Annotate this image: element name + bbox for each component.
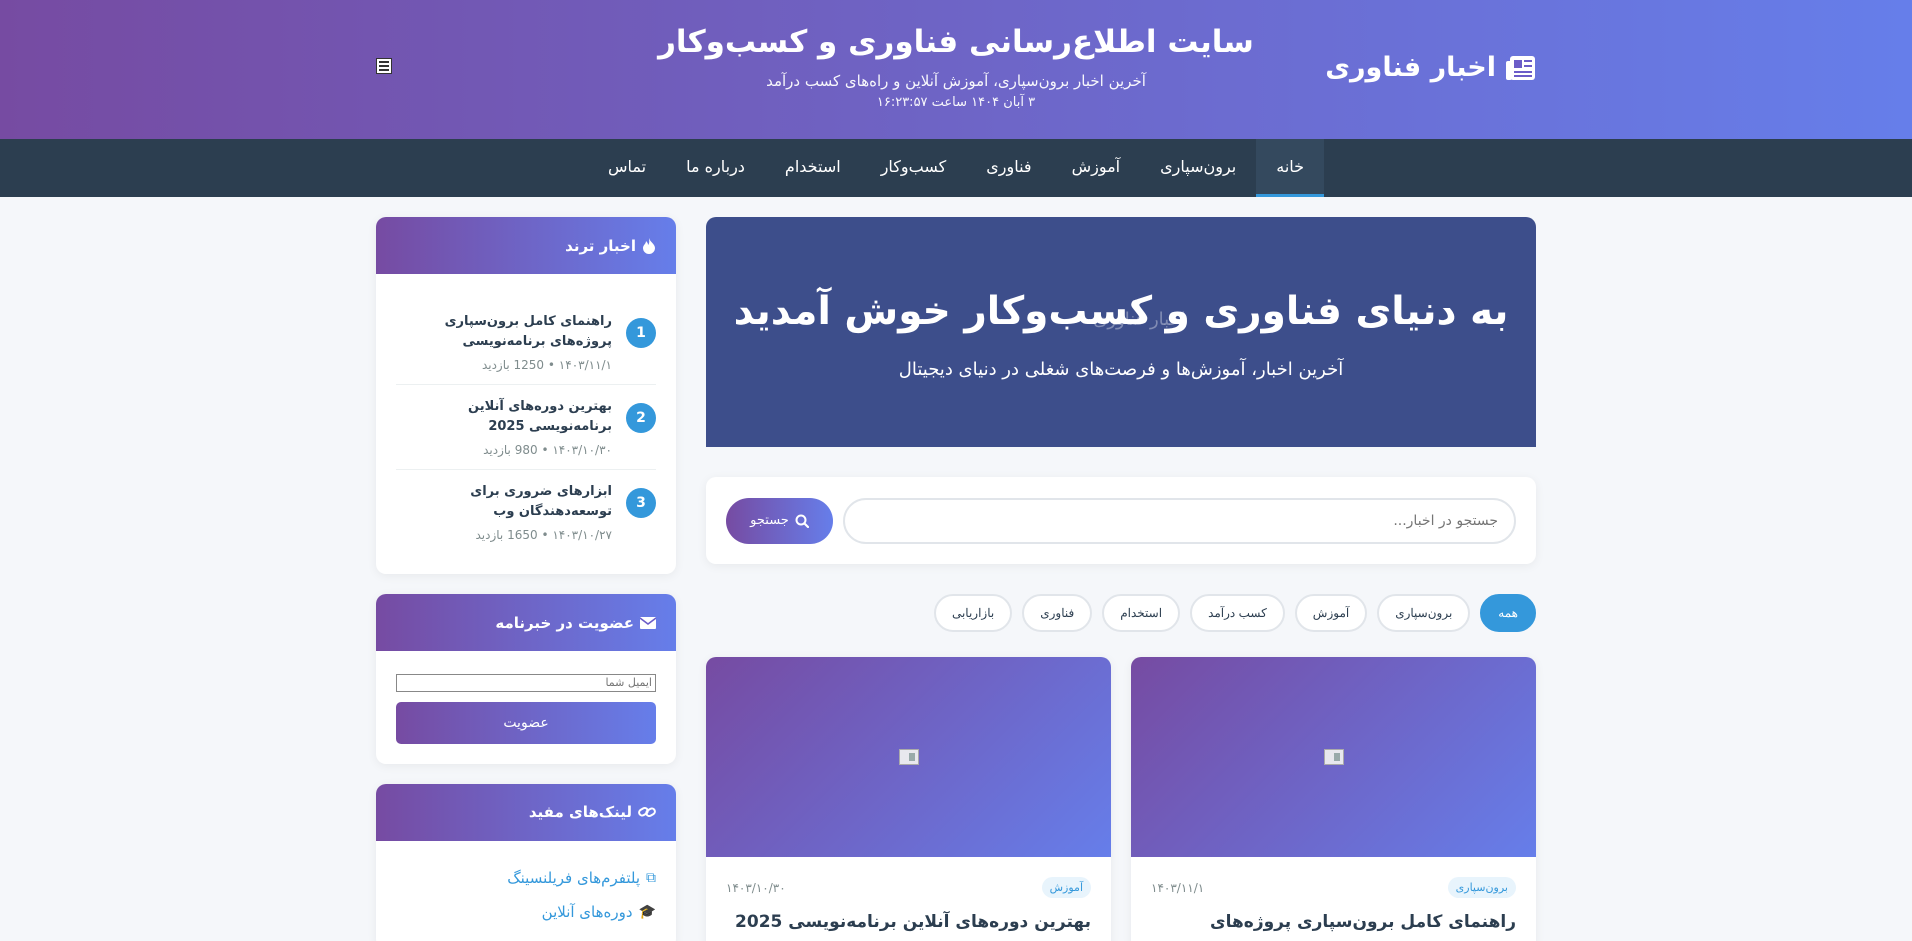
current-datetime: ۳ آبان ۱۴۰۴ ساعت ۱۶:۲۳:۵۷ [876,95,1036,110]
filter-technology[interactable]: فناوری [1022,594,1093,632]
card-title[interactable]: بهترین دوره‌های آنلاین برنامه‌نویسی 2025 [726,912,1091,932]
hero-title: به دنیای فناوری و کسب‌وکار خوش آمدید [733,289,1509,334]
useful-link-freelancing[interactable]: ⧉ پلتفرم‌های فریلنسینگ [396,861,656,895]
nav-item-contact[interactable]: تماس [588,139,666,197]
filter-education[interactable]: آموزش [1294,594,1368,632]
card-date: ۱۴۰۳/۱۰/۳۰ [726,880,786,895]
search-icon [795,514,809,528]
card-image [706,657,1111,857]
trending-widget-header: اخبار ترند [376,217,676,274]
filter-all[interactable]: همه [1480,594,1536,632]
trending-rank: 3 [626,488,656,518]
useful-link-courses[interactable]: 🎓 دوره‌های آنلاین [396,895,656,929]
page-container: به دنیای فناوری و کسب‌وکار خوش آمدید اخب… [376,217,1536,941]
category-filters: همه برون‌سپاری آموزش کسب درآمد استخدام ف… [706,594,1536,632]
site-title: سایت اطلاع‌رسانی فناوری و کسب‌وکار [658,24,1254,60]
fire-icon [643,237,655,254]
external-link-icon: ⧉ [646,869,656,886]
filter-marketing[interactable]: بازاریابی [933,594,1013,632]
card-category-badge[interactable]: برون‌سپاری [1447,877,1516,898]
filter-earning[interactable]: کسب درآمد [1190,594,1285,632]
nav-item-technology[interactable]: فناوری [966,139,1051,197]
trending-item-title[interactable]: بهترین دوره‌های آنلاین برنامه‌نویسی 2025 [396,397,612,437]
filter-jobs[interactable]: استخدام [1102,594,1181,632]
trending-widget: اخبار ترند 1 راهنمای کامل برون‌سپاری پرو… [376,217,676,574]
trending-item[interactable]: 2 بهترین دوره‌های آنلاین برنامه‌نویسی 20… [396,385,656,470]
card-date: ۱۴۰۳/۱۱/۱ [1151,880,1205,895]
links-title: لینک‌های مفید [528,803,632,821]
link-label: پلتفرم‌های فریلنسینگ [507,868,640,887]
menu-toggle-button[interactable] [376,58,392,74]
trending-item[interactable]: 1 راهنمای کامل برون‌سپاری پروژه‌های برنا… [396,294,656,385]
nav-item-jobs[interactable]: استخدام [765,139,861,197]
trending-title: اخبار ترند [565,236,636,255]
search-input[interactable] [843,497,1516,544]
hero-banner: به دنیای فناوری و کسب‌وکار خوش آمدید اخب… [706,217,1536,447]
trending-item-title[interactable]: راهنمای کامل برون‌سپاری پروژه‌های برنامه… [396,312,612,352]
trending-rank: 2 [626,403,656,433]
site-tagline: آخرین اخبار برون‌سپاری، آموزش آنلاین و ر… [766,72,1146,90]
news-cards: برون‌سپاری ۱۴۰۳/۱۱/۱ راهنمای کامل برون‌س… [706,657,1536,941]
newsletter-subscribe-button[interactable]: عضویت [396,701,656,744]
trending-rank: 1 [626,318,656,348]
search-button-label: جستجو [750,513,789,528]
search-box: جستجو [706,477,1536,564]
newsletter-widget: عضویت در خبرنامه عضویت [376,594,676,764]
sidebar: اخبار ترند 1 راهنمای کامل برون‌سپاری پرو… [376,217,676,941]
link-icon [638,807,656,817]
newspaper-icon [1506,55,1535,80]
site-header: اخبار فناوری سایت اطلاع‌رسانی فناوری و ک… [0,0,1912,139]
hero-subtitle: آخرین اخبار، آموزش‌ها و فرصت‌های شغلی در… [898,359,1344,380]
graduation-cap-icon: 🎓 [638,903,656,920]
trending-item-meta: ۱۴۰۳/۱۰/۳۰ • 980 بازدید [483,443,612,457]
site-logo[interactable]: اخبار فناوری [1325,52,1536,83]
links-widget: لینک‌های مفید ⧉ پلتفرم‌های فریلنسینگ 🎓 د… [376,783,676,941]
newsletter-widget-header: عضویت در خبرنامه [376,594,676,651]
filter-outsourcing[interactable]: برون‌سپاری [1377,594,1471,632]
nav-item-home[interactable]: خانه [1256,139,1325,197]
news-card[interactable]: برون‌سپاری ۱۴۰۳/۱۱/۱ راهنمای کامل برون‌س… [1131,657,1536,941]
trending-item-title[interactable]: ابزارهای ضروری برای توسعه‌دهندگان وب [396,482,612,522]
news-card[interactable]: آموزش ۱۴۰۳/۱۰/۳۰ بهترین دوره‌های آنلاین … [706,657,1111,941]
trending-item-meta: ۱۴۰۳/۱۱/۱ • 1250 بازدید [481,358,612,372]
trending-item[interactable]: 3 ابزارهای ضروری برای توسعه‌دهندگان وب ۱… [396,470,656,554]
newspaper-icon [898,749,919,765]
nav-item-education[interactable]: آموزش [1052,139,1141,197]
main-content: به دنیای فناوری و کسب‌وکار خوش آمدید اخب… [706,217,1536,941]
logo-text: اخبار فناوری [1325,52,1496,83]
search-button[interactable]: جستجو [726,497,833,544]
nav-item-outsourcing[interactable]: برون‌سپاری [1140,139,1256,197]
card-category-badge[interactable]: آموزش [1041,877,1091,898]
header-center: سایت اطلاع‌رسانی فناوری و کسب‌وکار آخرین… [646,22,1266,110]
card-image [1131,657,1536,857]
link-label: دوره‌های آنلاین [541,902,633,921]
newspaper-icon [1323,749,1344,765]
newsletter-title: عضویت در خبرنامه [495,613,634,632]
envelope-icon [640,616,656,629]
nav-item-about[interactable]: درباره ما [666,139,765,197]
newsletter-email-input[interactable] [396,673,656,692]
main-nav: خانه برون‌سپاری آموزش فناوری کسب‌وکار اس… [0,139,1912,197]
card-title[interactable]: راهنمای کامل برون‌سپاری پروژه‌های [1151,912,1516,932]
nav-item-business[interactable]: کسب‌وکار [861,139,967,197]
links-widget-header: لینک‌های مفید [376,783,676,841]
trending-item-meta: ۱۴۰۳/۱۰/۲۷ • 1650 بازدید [475,528,612,542]
